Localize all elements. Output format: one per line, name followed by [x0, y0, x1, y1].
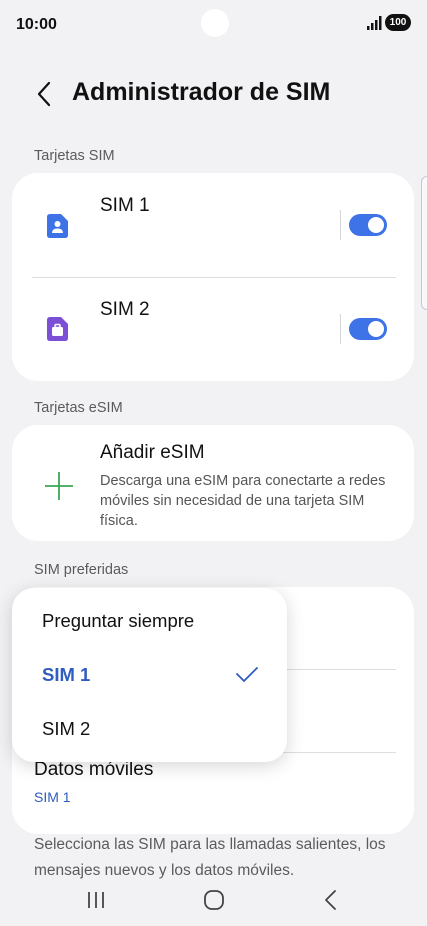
section-label-esim: Tarjetas eSIM — [34, 400, 123, 416]
dropdown-option-ask-always[interactable]: Preguntar siempre — [12, 596, 287, 646]
sim-1-toggle[interactable] — [349, 214, 387, 236]
page-title: Administrador de SIM — [72, 78, 331, 106]
plus-icon — [45, 472, 73, 500]
toggle-knob — [368, 321, 384, 337]
sim-2-name: SIM 2 — [100, 299, 150, 320]
home-button[interactable] — [194, 884, 234, 916]
sim-1-name: SIM 1 — [100, 195, 150, 216]
dropdown-option-label: Preguntar siempre — [42, 610, 195, 631]
screen: 10:00 100 Administrador de SIM Tarjetas … — [0, 0, 427, 926]
dropdown-option-sim-1[interactable]: SIM 1 — [12, 650, 287, 700]
navigation-bar — [0, 874, 427, 926]
battery-indicator: 100 — [385, 14, 411, 31]
back-nav-icon — [325, 890, 336, 910]
mobile-data-value: SIM 1 — [34, 789, 71, 805]
sim-briefcase-icon — [47, 317, 68, 341]
section-label-preferred: SIM preferidas — [34, 562, 129, 578]
sim-person-icon — [47, 214, 68, 238]
home-icon — [204, 890, 224, 910]
section-label-sim-cards: Tarjetas SIM — [34, 148, 115, 164]
add-esim-description: Descarga una eSIM para conectarte a rede… — [100, 473, 386, 529]
toggle-knob — [368, 217, 384, 233]
add-esim-card[interactable]: Añadir eSIM Descarga una eSIM para conec… — [12, 425, 414, 541]
camera-cutout — [201, 9, 229, 37]
sim-row-1[interactable]: SIM 1 — [12, 173, 414, 277]
add-esim-title: Añadir eSIM — [100, 442, 205, 463]
recent-apps-button[interactable] — [76, 884, 116, 916]
recent-apps-icon — [88, 892, 104, 908]
status-time: 10:00 — [16, 16, 57, 33]
sim-2-toggle[interactable] — [349, 318, 387, 340]
back-button[interactable] — [28, 76, 60, 112]
sim-row-2[interactable]: SIM 2 — [12, 277, 414, 381]
header: Administrador de SIM — [0, 74, 427, 114]
sim-cards-card: SIM 1 SIM 2 — [12, 173, 414, 381]
back-nav-button[interactable] — [310, 884, 350, 916]
divider — [340, 314, 341, 344]
mobile-data-label: Datos móviles — [34, 759, 154, 780]
divider — [340, 210, 341, 240]
dropdown-option-label: SIM 2 — [42, 718, 91, 739]
sim-select-dropdown: Preguntar siempre SIM 1 SIM 2 — [12, 588, 287, 762]
scrollbar[interactable] — [421, 176, 427, 310]
status-bar: 10:00 100 — [0, 0, 427, 52]
mobile-data-row[interactable]: Datos móviles SIM 1 — [12, 753, 414, 834]
dropdown-option-label: SIM 1 — [42, 664, 91, 685]
dropdown-option-sim-2[interactable]: SIM 2 — [12, 704, 287, 754]
chevron-left-icon — [37, 81, 51, 107]
signal-icon — [367, 16, 382, 30]
check-icon — [236, 667, 258, 682]
